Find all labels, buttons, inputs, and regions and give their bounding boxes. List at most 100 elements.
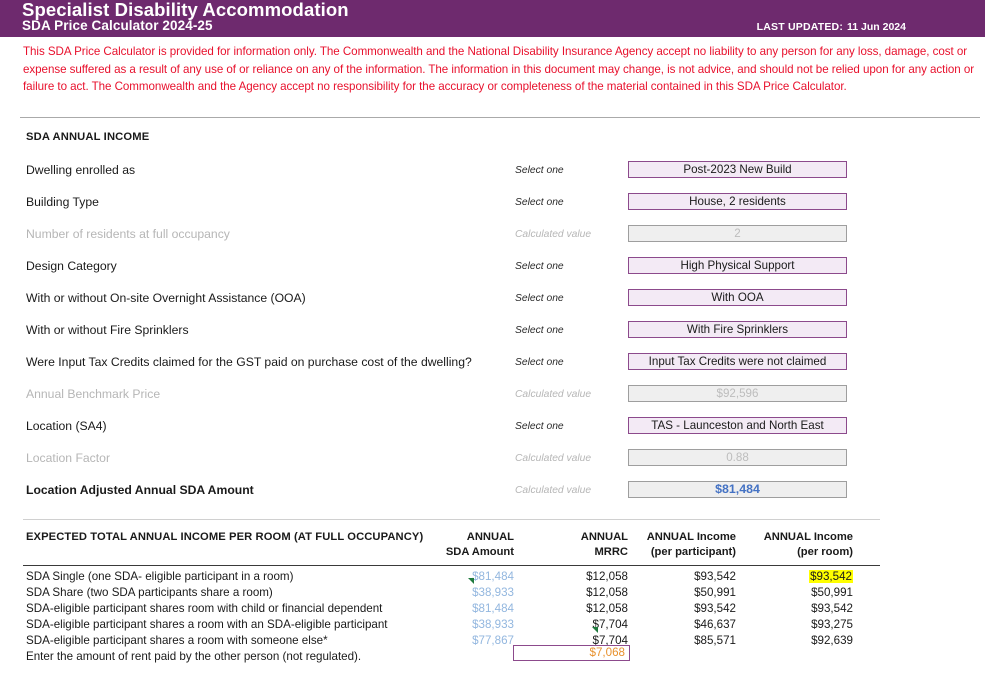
column-header-line2: MRRC [581, 546, 628, 558]
form-row: Number of residents at full occupancy Cal… [0, 227, 985, 247]
table-cell-per-participant: $85,571 [694, 634, 736, 647]
form-select-box[interactable]: With OOA [628, 289, 847, 306]
rent-amount-input[interactable]: $7,068 [513, 645, 630, 661]
form-calculated-box: $92,596 [628, 385, 847, 402]
table-row: SDA-eligible participant shares room wit… [0, 602, 985, 618]
table-cell-per-participant: $93,542 [694, 570, 736, 583]
rent-row-label: Enter the amount of rent paid by the oth… [26, 650, 361, 663]
table-top-divider [23, 519, 880, 520]
table-row-description: SDA Share (two SDA participants share a … [26, 586, 273, 599]
form-select-box[interactable]: Input Tax Credits were not claimed [628, 353, 847, 370]
column-header-line1: ANNUAL [446, 531, 514, 543]
form-row-label: Were Input Tax Credits claimed for the G… [26, 355, 472, 369]
table-cell-per-room: $50,991 [811, 586, 853, 599]
form-row: Building Type Select one House, 2 resident… [0, 195, 985, 215]
form-row: Design Category Select one High Physical S… [0, 259, 985, 279]
column-header-line2: SDA Amount [446, 546, 514, 558]
table-cell-per-room: $93,275 [811, 618, 853, 631]
column-header: ANNUAL MRRC [581, 531, 628, 558]
select-one-hint: Select one [515, 165, 564, 176]
table-heading: EXPECTED TOTAL ANNUAL INCOME PER ROOM (A… [26, 531, 423, 543]
table-row-description: SDA-eligible participant shares room wit… [26, 602, 382, 615]
app-header-bar: Specialist Disability Accommodation SDA … [0, 0, 985, 37]
last-updated: LAST UPDATED: 11 Jun 2024 [757, 21, 906, 33]
select-one-hint: Select one [515, 357, 564, 368]
last-updated-label: LAST UPDATED: [757, 21, 843, 33]
column-header: ANNUAL Income (per room) [764, 531, 853, 558]
form-select-box[interactable]: High Physical Support [628, 257, 847, 274]
table-cell-sda-amount: $81,484 [472, 602, 514, 615]
table-row: SDA Share (two SDA participants share a … [0, 586, 985, 602]
form-row: Location (SA4) Select one TAS - Launceston… [0, 419, 985, 439]
form-calculated-box: 0.88 [628, 449, 847, 466]
sda-annual-income-heading: SDA ANNUAL INCOME [26, 131, 149, 143]
form-row: With or without Fire Sprinklers Select on… [0, 323, 985, 343]
table-cell-mrrc: $12,058 [586, 586, 628, 599]
form-row-label: With or without On-site Overnight Assist… [26, 291, 306, 305]
table-cell-per-room: $93,542 [811, 602, 853, 615]
table-cell-sda-amount: $38,933 [472, 618, 514, 631]
column-header-line2: (per participant) [647, 546, 736, 558]
table-row-description: SDA Single (one SDA- eligible participan… [26, 570, 293, 583]
column-header: ANNUAL SDA Amount [446, 531, 514, 558]
table-header-divider [23, 565, 880, 566]
column-header-line1: ANNUAL Income [764, 531, 853, 543]
last-updated-value: 11 Jun 2024 [847, 21, 906, 33]
disclaimer-text: This SDA Price Calculator is provided fo… [23, 43, 977, 96]
form-select-box[interactable]: With Fire Sprinklers [628, 321, 847, 338]
table-cell-mrrc: $12,058 [586, 570, 628, 583]
form-row: Location Adjusted Annual SDA Amount Calcu… [0, 483, 985, 503]
form-select-box[interactable]: House, 2 residents [628, 193, 847, 210]
table-row-description: SDA-eligible participant shares a room w… [26, 634, 328, 647]
select-one-hint: Select one [515, 421, 564, 432]
column-header: ANNUAL Income (per participant) [647, 531, 736, 558]
table-cell-sda-amount: $81,484 [472, 570, 514, 583]
comment-indicator-icon [592, 627, 598, 633]
form-row-label: Building Type [26, 195, 99, 209]
table-cell-mrrc: $12,058 [586, 602, 628, 615]
page-subtitle: SDA Price Calculator 2024-25 [22, 18, 213, 33]
select-one-hint: Select one [515, 261, 564, 272]
column-header-line2: (per room) [764, 546, 853, 558]
table-row: Enter the amount of rent paid by the oth… [0, 650, 985, 666]
form-row-label: Location (SA4) [26, 419, 107, 433]
form-row: Were Input Tax Credits claimed for the G… [0, 355, 985, 375]
select-one-hint: Select one [515, 293, 564, 304]
comment-indicator-icon [468, 578, 474, 584]
form-select-box[interactable]: TAS - Launceston and North East [628, 417, 847, 434]
form-select-box[interactable]: Post-2023 New Build [628, 161, 847, 178]
calculated-value-hint: Calculated value [515, 389, 591, 400]
table-cell-sda-amount: $77,867 [472, 634, 514, 647]
form-row: Annual Benchmark Price Calculated value $9… [0, 387, 985, 407]
table-cell-per-participant: $46,637 [694, 618, 736, 631]
form-calculated-box: 2 [628, 225, 847, 242]
table-row: SDA Single (one SDA- eligible participan… [0, 570, 985, 586]
calculated-value-hint: Calculated value [515, 229, 591, 240]
table-row-description: SDA-eligible participant shares a room w… [26, 618, 388, 631]
form-row-label: With or without Fire Sprinklers [26, 323, 189, 337]
form-row: Location Factor Calculated value 0.88 [0, 451, 985, 471]
table-row: SDA-eligible participant shares a room w… [0, 618, 985, 634]
form-row-label: Number of residents at full occupancy [26, 227, 230, 241]
form-row: Dwelling enrolled as Select one Post-2023 … [0, 163, 985, 183]
table-cell-per-room: $93,542 [809, 570, 853, 583]
form-row-label: Location Factor [26, 451, 110, 465]
form-row-label: Location Adjusted Annual SDA Amount [26, 483, 254, 497]
column-header-line1: ANNUAL Income [647, 531, 736, 543]
table-cell-per-participant: $50,991 [694, 586, 736, 599]
table-cell-per-participant: $93,542 [694, 602, 736, 615]
form-calculated-box: $81,484 [628, 481, 847, 498]
calculated-value-hint: Calculated value [515, 453, 591, 464]
disclaimer-divider [20, 117, 980, 118]
table-cell-sda-amount: $38,933 [472, 586, 514, 599]
column-header-line1: ANNUAL [581, 531, 628, 543]
form-row: With or without On-site Overnight Assist… [0, 291, 985, 311]
calculated-value-hint: Calculated value [515, 485, 591, 496]
select-one-hint: Select one [515, 197, 564, 208]
table-row: SDA-eligible participant shares a room w… [0, 634, 985, 650]
form-row-label: Dwelling enrolled as [26, 163, 135, 177]
table-cell-per-room: $92,639 [811, 634, 853, 647]
select-one-hint: Select one [515, 325, 564, 336]
form-row-label: Annual Benchmark Price [26, 387, 160, 401]
form-row-label: Design Category [26, 259, 117, 273]
